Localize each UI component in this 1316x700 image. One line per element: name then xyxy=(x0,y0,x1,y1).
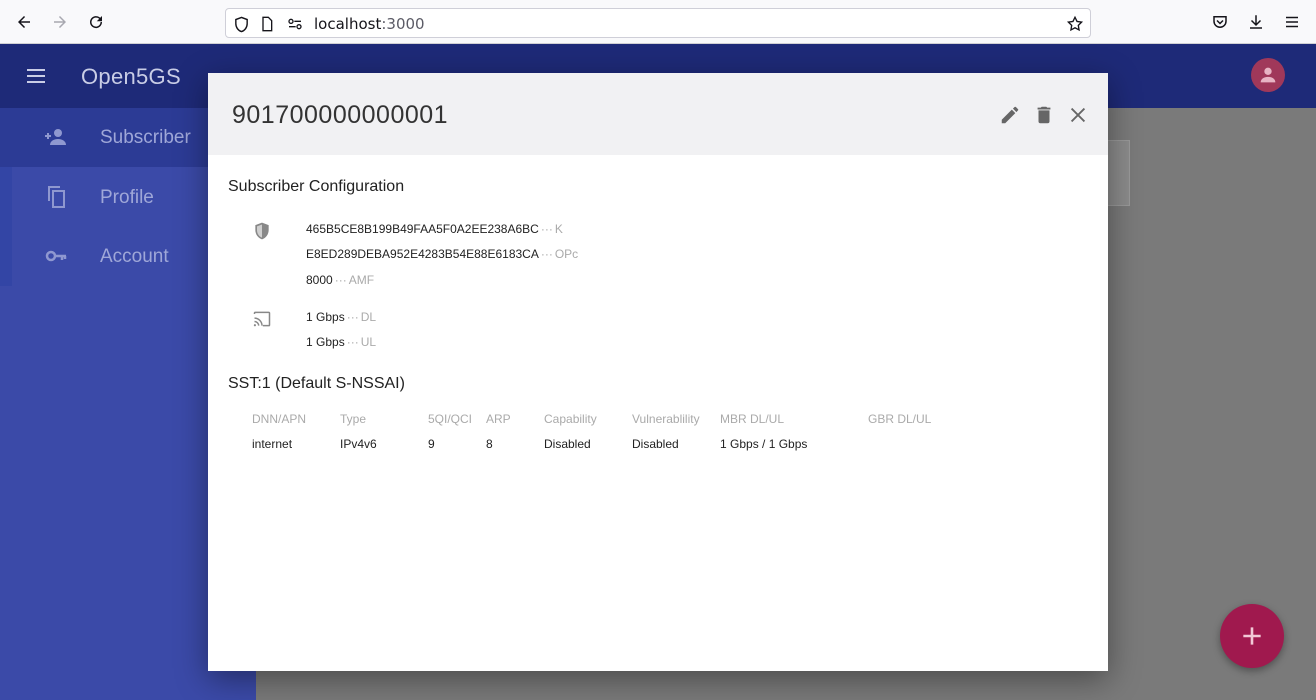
forward-button[interactable] xyxy=(48,10,72,34)
ambr-ul-row: 1 Gbps ··· UL xyxy=(306,335,376,349)
arrow-right-icon xyxy=(54,16,66,28)
browser-toolbar: localhost:3000 xyxy=(0,0,1316,44)
table-cell: internet xyxy=(252,437,293,451)
shield-icon[interactable] xyxy=(232,15,250,33)
menu-icon[interactable] xyxy=(24,64,48,88)
k-label: K xyxy=(554,222,563,236)
security-opc-row: E8ED289DEBA952E4283B54E88E6183CA ··· OPc xyxy=(306,247,578,261)
reload-icon xyxy=(90,16,103,29)
person-icon xyxy=(1260,67,1276,83)
table-header: Capability xyxy=(544,412,597,426)
url-host: localhost xyxy=(314,15,382,33)
k-value: 465B5CE8B199B49FAA5F0A2EE238A6BC xyxy=(306,222,539,236)
url-port: :3000 xyxy=(381,15,425,33)
ambr-dl-label: DL xyxy=(360,310,377,324)
close-button[interactable] xyxy=(1066,103,1090,127)
section-title-config: Subscriber Configuration xyxy=(228,178,405,195)
download-icon xyxy=(1250,15,1262,29)
table-cell: 1 Gbps / 1 Gbps xyxy=(720,437,808,451)
copy-icon xyxy=(44,185,68,209)
pocket-icon xyxy=(1213,16,1227,28)
pencil-icon xyxy=(1001,106,1019,124)
app-menu-button[interactable] xyxy=(1280,10,1304,34)
app-title: Open5GS xyxy=(81,64,181,89)
delete-button[interactable] xyxy=(1032,103,1056,127)
back-button[interactable] xyxy=(12,10,36,34)
arrow-left-icon xyxy=(18,16,30,28)
amf-value: 8000 xyxy=(306,273,333,287)
security-amf-row: 8000 ··· AMF xyxy=(306,273,374,287)
key-icon xyxy=(44,244,68,268)
table-cell: 9 xyxy=(428,437,435,451)
dialog-header: 901700000000001 xyxy=(208,73,1108,155)
hamburger-icon xyxy=(1286,16,1298,28)
table-header: 5QI/QCI xyxy=(428,412,473,426)
ambr-ul-label: UL xyxy=(360,335,377,349)
add-subscriber-button[interactable] xyxy=(1220,604,1284,668)
avatar[interactable] xyxy=(1251,58,1285,92)
ambr-dl-value: 1 Gbps xyxy=(306,310,345,324)
url-bar[interactable]: localhost:3000 xyxy=(225,8,1091,38)
plus-icon xyxy=(1243,627,1261,645)
cast-icon xyxy=(252,309,272,329)
security-k-row: 465B5CE8B199B49FAA5F0A2EE238A6BC ··· K xyxy=(306,222,563,236)
table-header: DNN/APN xyxy=(252,412,307,426)
person-add-icon xyxy=(44,125,68,149)
pocket-button[interactable] xyxy=(1208,10,1232,34)
ambr-ul-value: 1 Gbps xyxy=(306,335,345,349)
separator: ··· xyxy=(334,273,347,287)
downloads-button[interactable] xyxy=(1244,10,1268,34)
sidebar-item-label: Account xyxy=(100,246,169,267)
permissions-icon[interactable] xyxy=(286,15,304,33)
sidebar-item-label: Profile xyxy=(100,187,154,208)
separator: ··· xyxy=(346,335,359,349)
separator: ··· xyxy=(540,247,553,261)
separator: ··· xyxy=(346,310,359,324)
url-text[interactable]: localhost:3000 xyxy=(314,15,425,33)
dialog-title: 901700000000001 xyxy=(232,101,449,129)
trash-icon xyxy=(1037,106,1051,124)
opc-label: OPc xyxy=(554,247,579,261)
table-header: ARP xyxy=(486,412,511,426)
subscriber-detail-dialog: 901700000000001 Subscriber Configuration… xyxy=(208,73,1108,671)
close-icon xyxy=(1070,107,1086,123)
edit-button[interactable] xyxy=(998,103,1022,127)
reload-button[interactable] xyxy=(84,10,108,34)
page-icon xyxy=(258,15,276,33)
table-header: GBR DL/UL xyxy=(868,412,932,426)
table-cell: Disabled xyxy=(544,437,591,451)
sidebar-item-label: Subscriber xyxy=(100,127,191,148)
ambr-dl-row: 1 Gbps ··· DL xyxy=(306,310,376,324)
table-cell: Disabled xyxy=(632,437,679,451)
amf-label: AMF xyxy=(348,273,375,287)
section-title-slice: SST:1 (Default S-NSSAI) xyxy=(228,375,405,392)
bookmark-star-icon[interactable] xyxy=(1066,15,1084,33)
separator: ··· xyxy=(540,222,553,236)
table-header: Type xyxy=(340,412,367,426)
security-shield-icon xyxy=(252,221,272,241)
table-cell: IPv4v6 xyxy=(340,437,377,451)
opc-value: E8ED289DEBA952E4283B54E88E6183CA xyxy=(306,247,539,261)
table-cell: 8 xyxy=(486,437,493,451)
table-header: Vulnerablility xyxy=(632,412,700,426)
table-header: MBR DL/UL xyxy=(720,412,785,426)
